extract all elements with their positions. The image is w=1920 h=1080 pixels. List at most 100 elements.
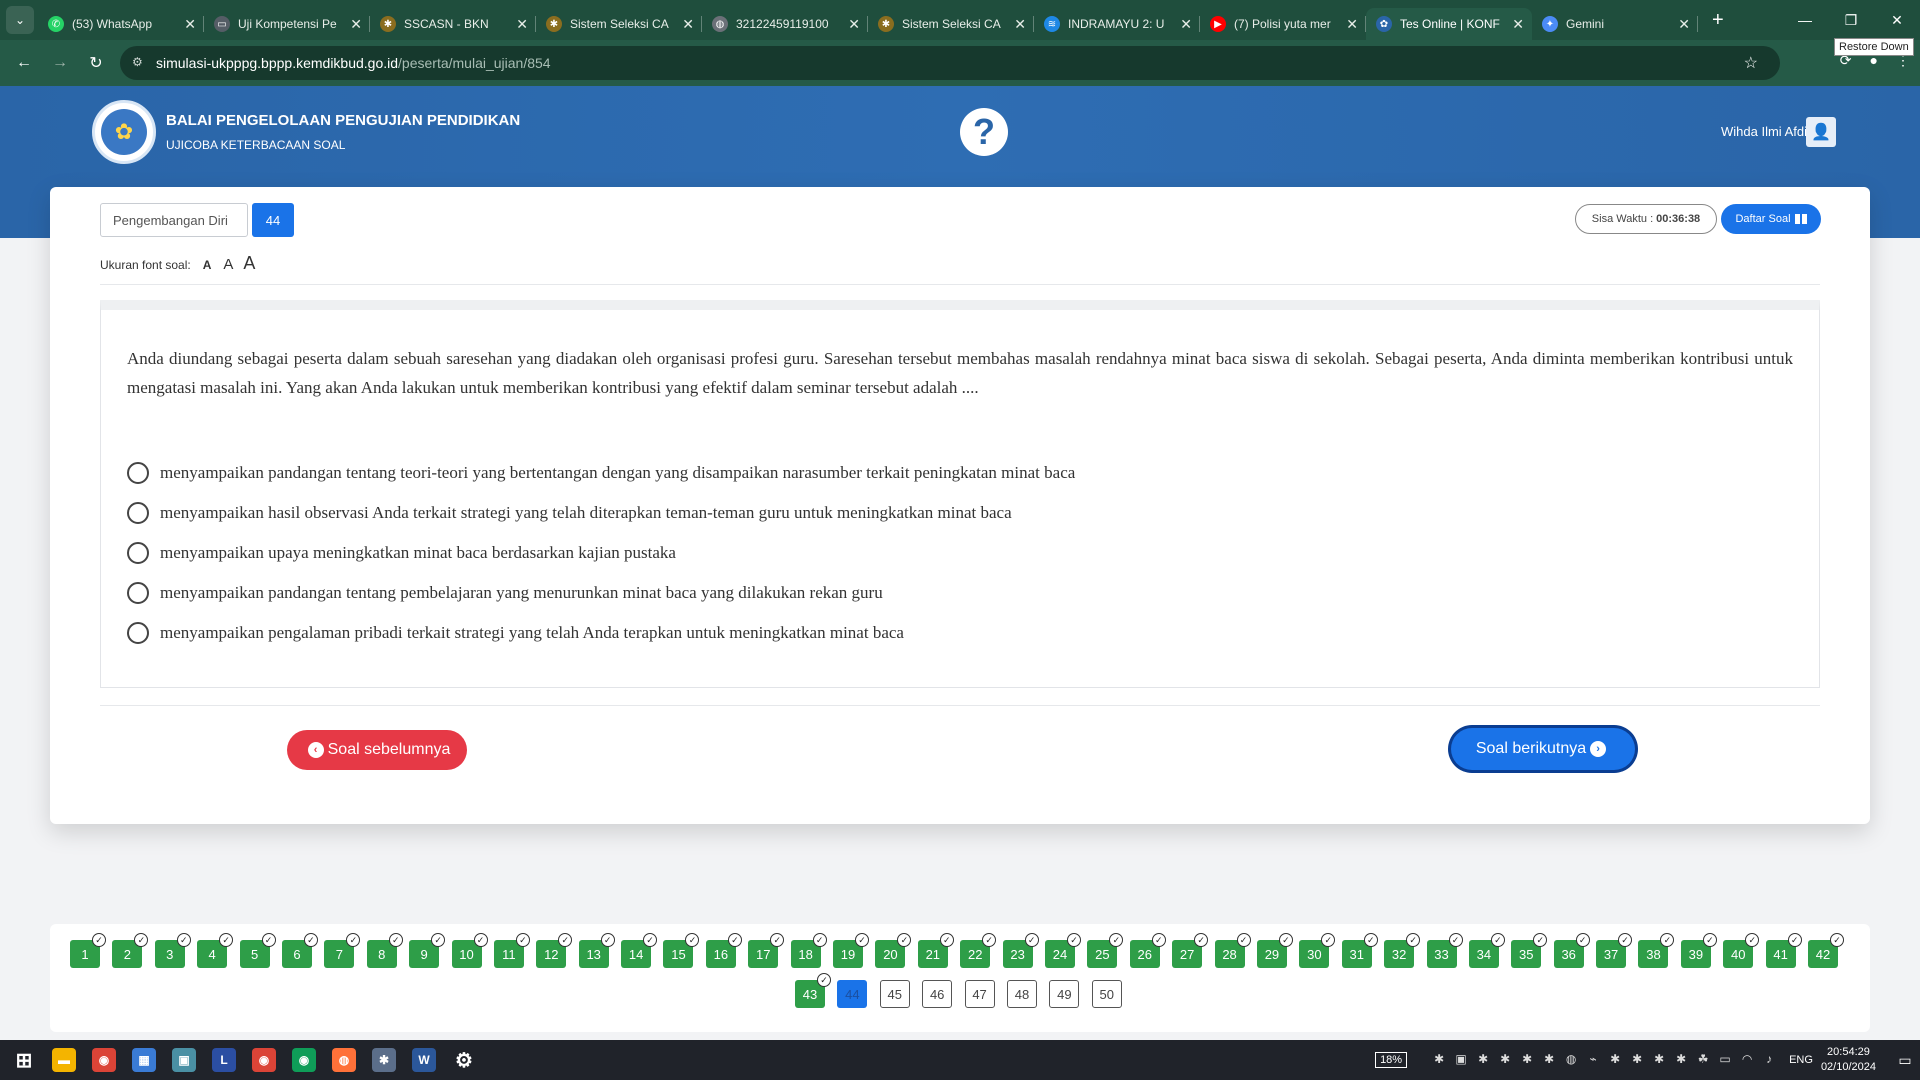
start-icon[interactable]: ⊞ (4, 1040, 44, 1080)
settings-icon[interactable]: ⚙ (444, 1040, 484, 1080)
close-tab-icon[interactable]: ✕ (350, 16, 362, 33)
close-window-button[interactable]: ✕ (1874, 0, 1920, 40)
browser-tab[interactable]: ✿ Tes Online | KONF ✕ (1366, 8, 1532, 40)
previous-question-button[interactable]: ‹ Soal sebelumnya (287, 730, 467, 770)
question-list-button[interactable]: Daftar Soal (1721, 204, 1821, 234)
question-nav-41[interactable]: 41 ✓ (1765, 933, 1802, 968)
wifi-icon[interactable]: ◠ (1739, 1052, 1755, 1068)
tray-app-icon[interactable]: ✱ (1519, 1052, 1535, 1068)
question-nav-36[interactable]: 36 ✓ (1553, 933, 1590, 968)
question-nav-38[interactable]: 38 ✓ (1638, 933, 1675, 968)
font-large-button[interactable]: A (243, 253, 255, 274)
question-nav-13[interactable]: 13 ✓ (578, 933, 615, 968)
browser-tab[interactable]: ◍ 32122459119100 ✕ (702, 8, 868, 40)
language-indicator[interactable]: ENG (1789, 1054, 1813, 1066)
question-nav-4[interactable]: 4 ✓ (197, 933, 234, 968)
tray-app-icon[interactable]: ▣ (1453, 1052, 1469, 1068)
close-tab-icon[interactable]: ✕ (184, 16, 196, 33)
question-nav-1[interactable]: 1 ✓ (70, 933, 106, 968)
tab-search-button[interactable]: ⌄ (6, 6, 34, 34)
tray-app-icon[interactable]: ✱ (1475, 1052, 1491, 1068)
close-tab-icon[interactable]: ✕ (516, 16, 528, 33)
question-nav-15[interactable]: 15 ✓ (663, 933, 700, 968)
question-nav-44[interactable]: 44 (837, 980, 868, 1008)
question-nav-48[interactable]: 48 (1006, 980, 1037, 1008)
question-nav-31[interactable]: 31 ✓ (1341, 933, 1378, 968)
radio-button[interactable] (127, 462, 149, 484)
browser-tab[interactable]: ▶ (7) Polisi yuta mer ✕ (1200, 8, 1366, 40)
browser-tab[interactable]: ≋ INDRAMAYU 2: U ✕ (1034, 8, 1200, 40)
radio-button[interactable] (127, 542, 149, 564)
question-nav-20[interactable]: 20 ✓ (875, 933, 912, 968)
question-nav-24[interactable]: 24 ✓ (1044, 933, 1081, 968)
new-tab-button[interactable]: + (1712, 9, 1724, 32)
question-nav-6[interactable]: 6 ✓ (281, 933, 318, 968)
forward-button[interactable]: → (42, 54, 78, 72)
question-nav-27[interactable]: 27 ✓ (1172, 933, 1209, 968)
close-tab-icon[interactable]: ✕ (1512, 16, 1524, 33)
option-c[interactable]: menyampaikan upaya meningkatkan minat ba… (127, 542, 676, 564)
tray-app-icon[interactable]: ☘ (1695, 1052, 1711, 1068)
help-icon[interactable]: ? (960, 108, 1008, 156)
user-avatar-icon[interactable]: 👤 (1806, 117, 1836, 147)
question-nav-10[interactable]: 10 ✓ (451, 933, 488, 968)
question-nav-43[interactable]: 43 ✓ (795, 973, 831, 1008)
question-nav-2[interactable]: 2 ✓ (112, 933, 149, 968)
minimize-button[interactable]: — (1782, 0, 1828, 40)
chrome-profile-icon[interactable]: ◉ (284, 1040, 324, 1080)
question-nav-3[interactable]: 3 ✓ (154, 933, 191, 968)
question-nav-32[interactable]: 32 ✓ (1384, 933, 1421, 968)
question-nav-28[interactable]: 28 ✓ (1214, 933, 1251, 968)
tray-app-icon[interactable]: ✱ (1541, 1052, 1557, 1068)
tray-app-icon[interactable]: ▭ (1717, 1052, 1733, 1068)
reload-button[interactable]: ↻ (78, 53, 114, 73)
tray-app-icon[interactable]: ◍ (1563, 1052, 1579, 1068)
word-icon[interactable]: W (404, 1040, 444, 1080)
question-nav-11[interactable]: 11 ✓ (493, 933, 530, 968)
option-e[interactable]: menyampaikan pengalaman pribadi terkait … (127, 622, 904, 644)
browser-tab[interactable]: ✱ SSCASN - BKN ✕ (370, 8, 536, 40)
browser-tab[interactable]: ✱ Sistem Seleksi CA ✕ (536, 8, 702, 40)
clock[interactable]: 20:54:29 02/10/2024 (1821, 1045, 1876, 1075)
browser-tab[interactable]: ✱ Sistem Seleksi CA ✕ (868, 8, 1034, 40)
question-nav-18[interactable]: 18 ✓ (790, 933, 827, 968)
notification-icon[interactable]: ▭ (1890, 1052, 1920, 1069)
question-nav-40[interactable]: 40 ✓ (1723, 933, 1760, 968)
question-nav-12[interactable]: 12 ✓ (536, 933, 573, 968)
restore-button[interactable]: ❐ (1828, 0, 1874, 40)
tray-app-icon[interactable]: ✱ (1629, 1052, 1645, 1068)
question-nav-39[interactable]: 39 ✓ (1680, 933, 1717, 968)
question-nav-34[interactable]: 34 ✓ (1468, 933, 1505, 968)
back-button[interactable]: ← (6, 54, 42, 72)
calculator-icon[interactable]: ▦ (124, 1040, 164, 1080)
question-nav-8[interactable]: 8 ✓ (366, 933, 403, 968)
option-b[interactable]: menyampaikan hasil observasi Anda terkai… (127, 502, 1012, 524)
question-nav-16[interactable]: 16 ✓ (705, 933, 742, 968)
question-nav-29[interactable]: 29 ✓ (1256, 933, 1293, 968)
close-tab-icon[interactable]: ✕ (1346, 16, 1358, 33)
question-nav-22[interactable]: 22 ✓ (960, 933, 997, 968)
close-tab-icon[interactable]: ✕ (1014, 16, 1026, 33)
bookmark-star-icon[interactable]: ☆ (1744, 53, 1758, 73)
close-tab-icon[interactable]: ✕ (848, 16, 860, 33)
question-nav-30[interactable]: 30 ✓ (1299, 933, 1336, 968)
close-tab-icon[interactable]: ✕ (1678, 16, 1690, 33)
font-small-button[interactable]: A (203, 258, 212, 272)
question-nav-26[interactable]: 26 ✓ (1129, 933, 1166, 968)
question-nav-17[interactable]: 17 ✓ (748, 933, 785, 968)
close-tab-icon[interactable]: ✕ (682, 16, 694, 33)
file-explorer-icon[interactable]: ▬ (44, 1040, 84, 1080)
site-info-icon[interactable]: ⚙ (132, 55, 148, 71)
next-question-button[interactable]: Soal berikutnya › (1451, 728, 1635, 770)
chrome-icon[interactable]: ◉ (84, 1040, 124, 1080)
option-d[interactable]: menyampaikan pandangan tentang pembelaja… (127, 582, 883, 604)
photos-icon[interactable]: ▣ (164, 1040, 204, 1080)
question-nav-33[interactable]: 33 ✓ (1426, 933, 1463, 968)
question-nav-45[interactable]: 45 (879, 980, 910, 1008)
chrome-active-icon[interactable]: ◉ (244, 1040, 284, 1080)
font-medium-button[interactable]: A (223, 256, 233, 273)
launcher-icon[interactable]: L (204, 1040, 244, 1080)
radio-button[interactable] (127, 582, 149, 604)
radio-button[interactable] (127, 502, 149, 524)
question-nav-5[interactable]: 5 ✓ (239, 933, 276, 968)
